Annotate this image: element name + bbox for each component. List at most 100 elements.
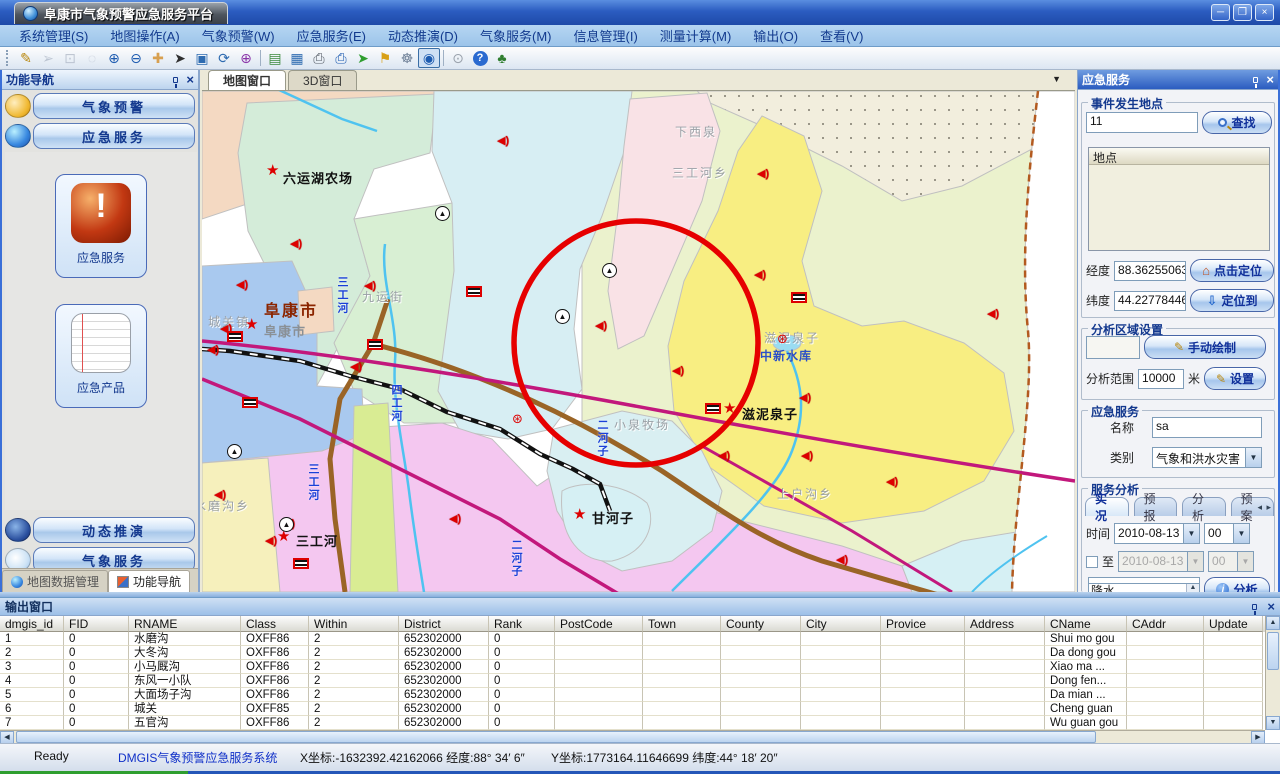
table-header-cell[interactable]: Class	[241, 616, 309, 632]
map-tab[interactable]: 3D窗口	[288, 70, 357, 90]
zoom-out-icon[interactable]: ⊖	[125, 48, 147, 68]
search-button[interactable]: 查找	[1202, 111, 1272, 134]
accordion-item[interactable]: 应急服务	[5, 122, 195, 150]
analysis-tab[interactable]: 实况	[1085, 497, 1129, 516]
table-header-cell[interactable]: Rank	[489, 616, 555, 632]
menu-item[interactable]: 地图操作(A)	[99, 26, 190, 45]
pan-icon[interactable]: ✚	[147, 48, 169, 68]
minimize-button[interactable]: ─	[1211, 4, 1230, 21]
select-marquee-icon[interactable]: ⊡	[59, 48, 81, 68]
table-row[interactable]: 40东风一小队OXFF8626523020000Dong fen...	[0, 674, 1265, 688]
print-icon[interactable]: ⎙	[308, 48, 330, 68]
table-row[interactable]: 60城关OXFF8526523020000Cheng guan	[0, 702, 1265, 716]
latitude-input[interactable]: 44.22778446	[1114, 291, 1186, 311]
menu-item[interactable]: 气象服务(M)	[469, 26, 563, 45]
select-lasso-icon[interactable]: ◌	[81, 48, 103, 68]
table-row[interactable]: 50大面场子沟OXFF8626523020000Da mian ...	[0, 688, 1265, 702]
menu-item[interactable]: 系统管理(S)	[8, 26, 99, 45]
table-header-cell[interactable]: County	[721, 616, 801, 632]
table-header-cell[interactable]: Address	[965, 616, 1045, 632]
hour-to-select[interactable]: 00 ▼	[1208, 551, 1254, 572]
event-location-input[interactable]: 11	[1086, 112, 1198, 133]
table-header-cell[interactable]: Town	[643, 616, 721, 632]
menu-item[interactable]: 应急服务(E)	[286, 26, 377, 45]
date-to-select[interactable]: 2010-08-13 ▼	[1118, 551, 1204, 572]
chevron-down-icon[interactable]: ▼	[1245, 448, 1261, 467]
map-tab[interactable]: 地图窗口	[208, 70, 286, 90]
module-button[interactable]: 应急产品	[55, 304, 147, 408]
manual-draw-button[interactable]: ✎ 手动绘制	[1144, 335, 1266, 359]
table-header-cell[interactable]: CAddr	[1127, 616, 1204, 632]
table-horizontal-scrollbar[interactable]: ◀ ▶	[0, 730, 1265, 744]
help-icon-toolbar[interactable]: ?	[469, 48, 491, 68]
chevron-down-icon[interactable]: ▼	[1052, 74, 1061, 84]
visibility-icon[interactable]: ⊙	[447, 48, 469, 68]
service-name-input[interactable]: sa	[1152, 417, 1262, 438]
left-panel-tab[interactable]: 地图数据管理	[2, 570, 108, 592]
pin-icon[interactable]	[1252, 604, 1257, 610]
table-row[interactable]: 10水磨沟OXFF8626523020000Shui mo gou	[0, 632, 1265, 646]
locate-by-click-button[interactable]: ⌂ 点击定位	[1190, 259, 1274, 282]
pin-icon[interactable]	[173, 77, 178, 83]
table-header-cell[interactable]: FID	[64, 616, 129, 632]
measure-icon[interactable]: ✎	[15, 48, 37, 68]
range-input[interactable]: 10000	[1138, 369, 1184, 389]
date-select[interactable]: 2010-08-13 ▼	[1114, 523, 1200, 544]
globe-icon[interactable]: ◉	[418, 48, 440, 68]
print-color-icon[interactable]: ⎙	[330, 48, 352, 68]
chevron-down-icon[interactable]: ▼	[1233, 524, 1249, 543]
layers-icon[interactable]: ▤	[264, 48, 286, 68]
pin-icon[interactable]	[1253, 77, 1258, 83]
table-header-cell[interactable]: Update	[1204, 616, 1263, 632]
export-image-icon[interactable]: ▦	[286, 48, 308, 68]
table-header-cell[interactable]: dmgis_id	[0, 616, 64, 632]
table-row[interactable]: 20大冬沟OXFF8626523020000Da dong gou	[0, 646, 1265, 660]
select-arrow-icon[interactable]: ➢	[37, 48, 59, 68]
table-header-cell[interactable]: City	[801, 616, 881, 632]
analysis-tab[interactable]: 预报	[1134, 497, 1178, 516]
table-header-cell[interactable]: CName	[1045, 616, 1127, 632]
place-marker-icon[interactable]: ⚑	[374, 48, 396, 68]
close-icon[interactable]: ×	[1266, 74, 1274, 86]
table-header-cell[interactable]: Provice	[881, 616, 965, 632]
table-header-cell[interactable]: RNAME	[129, 616, 241, 632]
zoom-in-icon[interactable]: ⊕	[103, 48, 125, 68]
table-row[interactable]: 70五官沟OXFF8626523020000Wu guan gou	[0, 716, 1265, 730]
menu-item[interactable]: 输出(O)	[742, 26, 809, 45]
hour-select[interactable]: 00 ▼	[1204, 523, 1250, 544]
analysis-tab[interactable]: 分析	[1182, 497, 1226, 516]
longitude-input[interactable]: 88.36255063	[1114, 261, 1186, 281]
to-date-checkbox[interactable]	[1086, 556, 1098, 568]
close-icon[interactable]: ×	[186, 74, 194, 86]
set-range-button[interactable]: ✎ 设置	[1204, 367, 1266, 390]
zoom-scale-icon[interactable]: ⊕	[235, 48, 257, 68]
green-pointer-icon[interactable]: ➤	[352, 48, 374, 68]
location-list[interactable]: 地点	[1088, 147, 1270, 251]
full-extent-icon[interactable]: ▣	[191, 48, 213, 68]
menu-item[interactable]: 信息管理(I)	[563, 26, 649, 45]
menu-item[interactable]: 测量计算(M)	[649, 26, 743, 45]
accordion-item[interactable]: 动态推演	[5, 516, 195, 544]
settings-gear-icon[interactable]: ☸	[396, 48, 418, 68]
module-button[interactable]: 应急服务	[55, 174, 147, 278]
left-panel-tab[interactable]: 功能导航	[108, 570, 190, 592]
tab-scroll-arrows[interactable]: ◂ ▸	[1257, 502, 1272, 513]
table-row[interactable]: 30小马厩沟OXFF8626523020000Xiao ma ...	[0, 660, 1265, 674]
service-category-select[interactable]: 气象和洪水灾害 ▼	[1152, 447, 1262, 468]
legend-icon[interactable]: ♣	[491, 48, 513, 68]
table-header-cell[interactable]: District	[399, 616, 489, 632]
menu-item[interactable]: 查看(V)	[809, 26, 874, 45]
refresh-icon[interactable]: ⟳	[213, 48, 235, 68]
chevron-down-icon[interactable]: ▼	[1183, 524, 1199, 543]
map-canvas[interactable]: 六运湖农场三工河乡下西泉九运街阜康市城关镇阜康市滋泥泉子中新水库滋泥泉子小泉牧场…	[202, 91, 1075, 592]
table-header-cell[interactable]: Within	[309, 616, 399, 632]
close-icon[interactable]: ×	[1267, 601, 1275, 613]
menu-item[interactable]: 动态推演(D)	[377, 26, 469, 45]
maximize-button[interactable]: ❐	[1233, 4, 1252, 21]
accordion-item[interactable]: 气象预警	[5, 92, 195, 120]
toolbar-grip[interactable]	[6, 50, 11, 66]
locate-to-button[interactable]: ⇩ 定位到	[1190, 289, 1274, 312]
pointer-icon[interactable]: ➤	[169, 48, 191, 68]
menu-item[interactable]: 气象预警(W)	[191, 26, 286, 45]
table-header-cell[interactable]: PostCode	[555, 616, 643, 632]
